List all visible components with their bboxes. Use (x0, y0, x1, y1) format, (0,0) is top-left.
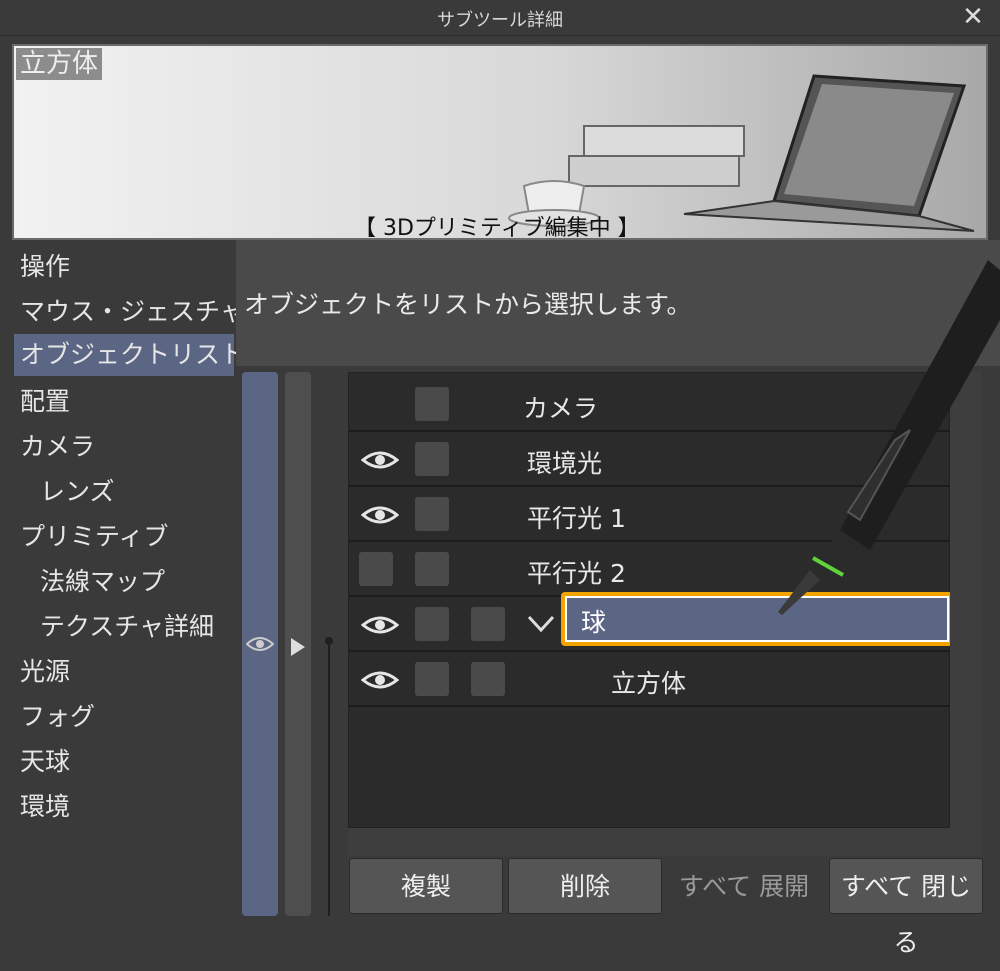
delete-button[interactable]: 削除 (508, 858, 662, 914)
eye-icon (246, 637, 274, 651)
sidebar-item-placement[interactable]: 配置 (14, 379, 234, 424)
title-bar: サブツール詳細 ✕ (0, 0, 1000, 36)
preview-object-tag: 立方体 (16, 48, 103, 80)
list-row-directional-light-1[interactable]: 平行光 1 (349, 487, 951, 542)
eye-icon[interactable] (361, 449, 399, 471)
description-text: オブジェクトをリストから選択します。 (244, 290, 692, 319)
window-title: サブツール詳細 (437, 10, 563, 31)
list-row-cube[interactable]: 立方体 (349, 652, 951, 707)
sidebar-item-light-source[interactable]: 光源 (14, 649, 234, 694)
sidebar-item-texture-detail[interactable]: テクスチャ詳細 (14, 604, 234, 649)
list-row-ambient-light[interactable]: 環境光 (349, 432, 951, 487)
duplicate-button[interactable]: 複製 (349, 858, 503, 914)
list-row-label: 平行光 1 (527, 504, 626, 533)
category-list: 操作 マウス・ジェスチャー オブジェクトリスト 配置 カメラ レンズ プリミティ… (14, 244, 270, 829)
sidebar-item-sky[interactable]: 天球 (14, 739, 234, 784)
list-row-label: 球 (581, 608, 607, 637)
list-row-label: 立方体 (611, 669, 687, 698)
preview-area: 立方体 【 3Dプリミティブ編集中 】 (12, 44, 988, 240)
group-checkbox[interactable] (471, 607, 505, 641)
sidebar-item-mouse-gesture[interactable]: マウス・ジェスチャー (14, 289, 270, 334)
sidebar-item-operation[interactable]: 操作 (14, 244, 234, 289)
description-panel: オブジェクトをリストから選択します。 (236, 240, 1000, 366)
list-row-label: 環境光 (527, 449, 603, 478)
lock-checkbox[interactable] (415, 662, 449, 696)
eye-icon[interactable] (361, 504, 399, 526)
lock-checkbox[interactable] (415, 497, 449, 531)
vertical-scrollbar[interactable] (950, 372, 982, 856)
visibility-column-toggle[interactable] (242, 372, 278, 916)
horizontal-scrollbar[interactable] (348, 828, 950, 856)
list-row-sphere[interactable]: 球 (349, 592, 953, 652)
chevron-down-icon[interactable] (527, 615, 555, 633)
sidebar-item-fog[interactable]: フォグ (14, 694, 234, 739)
lock-checkbox[interactable] (415, 442, 449, 476)
sidebar-item-primitive[interactable]: プリミティブ (14, 514, 234, 559)
selected-object-highlight[interactable]: 球 (561, 592, 953, 646)
eye-icon[interactable] (361, 614, 399, 636)
expand-all-button: すべて 展開 (678, 872, 810, 901)
close-icon[interactable]: ✕ (958, 2, 988, 32)
list-row-label: カメラ (523, 394, 599, 423)
sidebar-item-environment[interactable]: 環境 (14, 784, 234, 829)
object-list: カメラ 環境光 平行光 1 平行光 2 球 立方体 (348, 372, 953, 828)
sidebar-item-lens[interactable]: レンズ (14, 469, 234, 514)
preview-caption: 【 3Dプリミティブ編集中 】 (354, 216, 640, 240)
sidebar-item-camera[interactable]: カメラ (14, 424, 234, 469)
play-arrow-icon (291, 638, 305, 656)
tree-guide-line (325, 637, 333, 916)
collapse-all-button[interactable]: すべて 閉じる (829, 858, 983, 957)
lock-checkbox[interactable] (415, 607, 449, 641)
list-row-label: 平行光 2 (527, 559, 626, 588)
tree-guide-dot (325, 637, 333, 645)
list-row-camera[interactable]: カメラ (349, 377, 951, 432)
sidebar-item-normal-map[interactable]: 法線マップ (14, 559, 234, 604)
lock-checkbox[interactable] (415, 387, 449, 421)
lock-checkbox[interactable] (415, 552, 449, 586)
list-row-directional-light-2[interactable]: 平行光 2 (349, 542, 951, 597)
group-checkbox[interactable] (471, 662, 505, 696)
expand-column-toggle[interactable] (285, 372, 311, 916)
eye-icon[interactable] (361, 669, 399, 691)
visibility-checkbox[interactable] (359, 552, 393, 586)
sidebar-item-object-list[interactable]: オブジェクトリスト (14, 334, 245, 376)
